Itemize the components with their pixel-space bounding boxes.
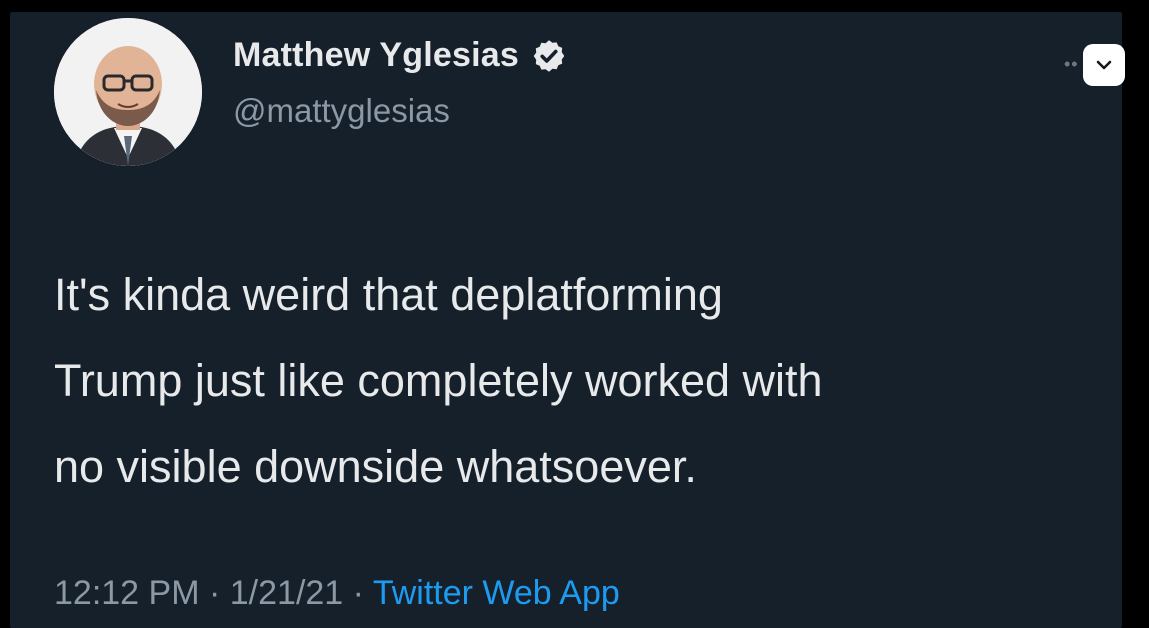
avatar-portrait [54,18,202,166]
meta-separator: · [208,574,221,612]
author-name-row: Matthew Yglesias [233,36,567,75]
verified-badge-icon [531,38,567,74]
more-options-icon[interactable]: •• [1064,54,1079,75]
tweet-meta: 12:12 PM · 1/21/21 · Twitter Web App [54,574,620,613]
tweet-card: Matthew Yglesias @mattyglesias •• It's k… [10,12,1125,628]
tweet-text-line: no visible downside whatsoever. [54,441,697,492]
tweet-text-line: Trump just like completely worked with [54,355,823,406]
tweet-source-link[interactable]: Twitter Web App [373,574,620,612]
avatar[interactable] [54,18,202,166]
tweet-text-line: It's kinda weird that deplatforming [54,269,723,320]
meta-separator: · [352,574,364,612]
display-name[interactable]: Matthew Yglesias [233,36,519,75]
tweet-date[interactable]: 1/21/21 [230,574,343,612]
tweet-text: It's kinda weird that deplatforming Trum… [54,252,1114,510]
chevron-down-icon[interactable] [1083,44,1125,86]
author-handle[interactable]: @mattyglesias [233,92,450,130]
tweet-time[interactable]: 12:12 PM [54,574,200,612]
